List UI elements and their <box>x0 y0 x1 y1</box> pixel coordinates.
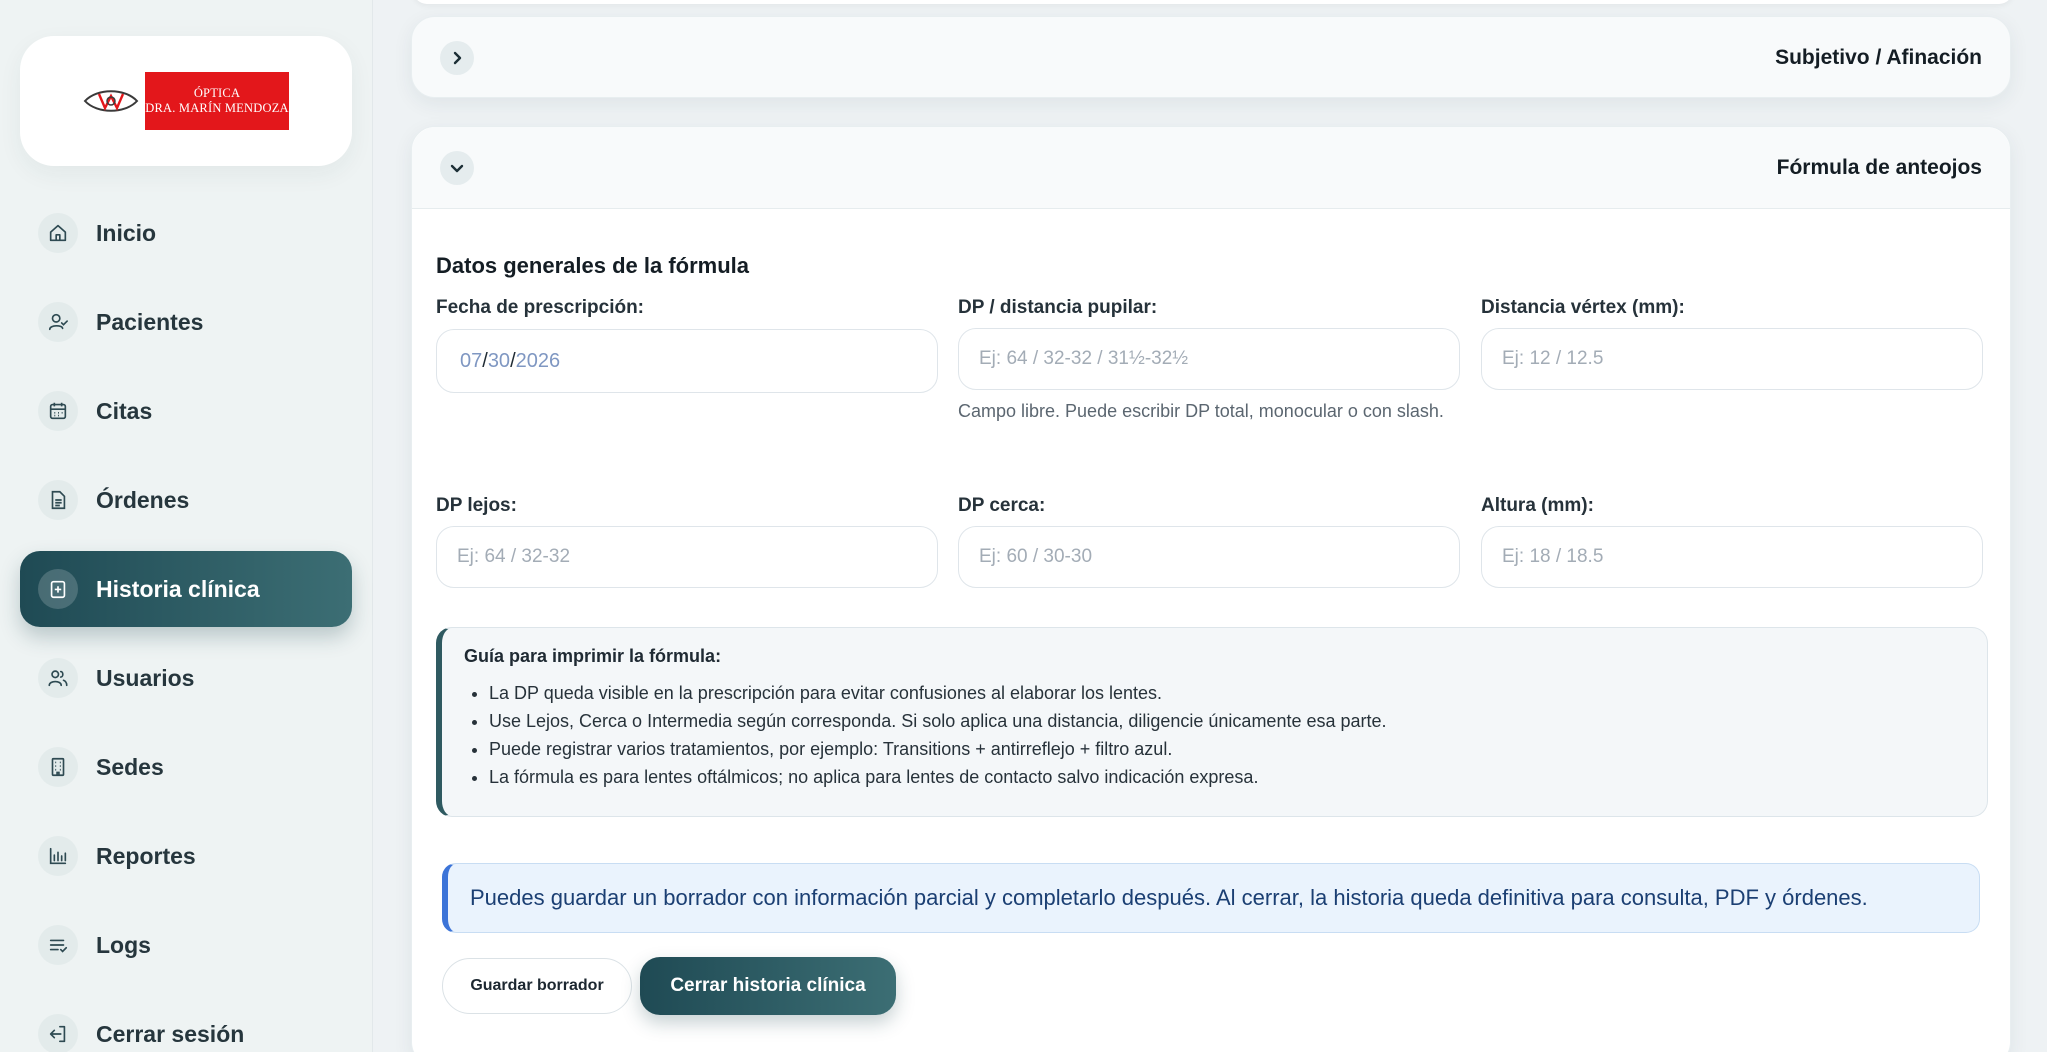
list-check-icon <box>38 925 78 965</box>
logo-card[interactable]: ÓPTICA DRA. MARÍN MENDOZA <box>20 36 352 166</box>
guide-item: La DP queda visible en la prescripción p… <box>489 679 1987 707</box>
dp-cerca-input[interactable]: Ej: 60 / 30-30 <box>958 526 1460 588</box>
medical-file-icon <box>38 569 78 609</box>
previous-card-edge <box>413 0 2013 4</box>
guide-item: Puede registrar varios tratamientos, por… <box>489 735 1987 763</box>
section-subjetivo: Subjetivo / Afinación <box>411 16 2011 98</box>
close-history-button[interactable]: Cerrar historia clínica <box>640 957 896 1015</box>
building-icon <box>38 747 78 787</box>
sidebar-item-label: Pacientes <box>96 308 204 335</box>
sidebar-item-pacientes[interactable]: Pacientes <box>20 284 352 360</box>
altura-input[interactable]: Ej: 18 / 18.5 <box>1481 526 1983 588</box>
print-guide: Guía para imprimir la fórmula: La DP que… <box>436 627 1988 817</box>
sidebar-item-label: Órdenes <box>96 486 190 513</box>
sidebar: ÓPTICA DRA. MARÍN MENDOZA Inicio Pacient… <box>0 0 373 1052</box>
vertex-label: Distancia vértex (mm): <box>1481 297 1685 318</box>
sidebar-item-label: Usuarios <box>96 664 195 691</box>
bar-chart-icon <box>38 836 78 876</box>
guide-item: Use Lejos, Cerca o Intermedia según corr… <box>489 707 1987 735</box>
sidebar-item-reportes[interactable]: Reportes <box>20 818 352 894</box>
group-title: Datos generales de la fórmula <box>436 253 749 278</box>
logo-text-box: ÓPTICA DRA. MARÍN MENDOZA <box>145 72 289 130</box>
sidebar-item-label: Citas <box>96 397 153 424</box>
vertex-input[interactable]: Ej: 12 / 12.5 <box>1481 328 1983 390</box>
sidebar-item-ordenes[interactable]: Órdenes <box>20 462 352 538</box>
fecha-month[interactable]: 07 <box>460 350 482 373</box>
user-check-icon <box>38 302 78 342</box>
chevron-right-icon[interactable] <box>440 41 474 75</box>
fecha-label: Fecha de prescripción: <box>436 297 645 318</box>
sidebar-item-label: Sedes <box>96 753 164 780</box>
section-formula-header[interactable]: Fórmula de anteojos <box>412 127 2010 209</box>
sidebar-item-label: Historia clínica <box>96 575 260 602</box>
dp-help-text: Campo libre. Puede escribir DP total, mo… <box>958 401 1444 421</box>
users-icon <box>38 658 78 698</box>
logo: ÓPTICA DRA. MARÍN MENDOZA <box>83 72 289 130</box>
logout-icon <box>38 1014 78 1052</box>
chevron-down-icon[interactable] <box>440 150 474 185</box>
dp-cerca-label: DP cerca: <box>958 495 1046 516</box>
sidebar-item-citas[interactable]: Citas <box>20 373 352 449</box>
sidebar-item-sedes[interactable]: Sedes <box>20 729 352 805</box>
logo-line-2: DRA. MARÍN MENDOZA <box>145 101 289 115</box>
dp-input[interactable]: Ej: 64 / 32-32 / 31½-32½ <box>958 328 1460 390</box>
sidebar-item-label: Cerrar sesión <box>96 1020 245 1047</box>
dp-label: DP / distancia pupilar: <box>958 297 1158 318</box>
section-subjetivo-header[interactable]: Subjetivo / Afinación <box>412 17 2010 99</box>
section-title: Subjetivo / Afinación <box>1775 46 1982 69</box>
sidebar-item-label: Logs <box>96 931 151 958</box>
altura-label: Altura (mm): <box>1481 495 1594 516</box>
sidebar-item-inicio[interactable]: Inicio <box>20 195 352 271</box>
draft-notice: Puedes guardar un borrador con informaci… <box>442 863 1980 933</box>
sidebar-item-cerrar-sesion[interactable]: Cerrar sesión <box>20 996 352 1052</box>
save-draft-button[interactable]: Guardar borrador <box>442 958 632 1014</box>
fecha-year[interactable]: 2026 <box>516 350 561 373</box>
eye-logo-icon <box>83 90 139 112</box>
section-title: Fórmula de anteojos <box>1776 155 1982 179</box>
fecha-day[interactable]: 30 <box>488 350 510 373</box>
document-icon <box>38 480 78 520</box>
sidebar-item-usuarios[interactable]: Usuarios <box>20 640 352 716</box>
guide-item: La fórmula es para lentes oftálmicos; no… <box>489 763 1987 791</box>
guide-list: La DP queda visible en la prescripción p… <box>464 679 1987 791</box>
dp-lejos-input[interactable]: Ej: 64 / 32-32 <box>436 526 938 588</box>
sidebar-item-label: Reportes <box>96 842 196 869</box>
sidebar-item-label: Inicio <box>96 219 157 246</box>
calendar-icon <box>38 391 78 431</box>
logo-line-1: ÓPTICA <box>193 86 241 100</box>
guide-title: Guía para imprimir la fórmula: <box>464 646 722 666</box>
sidebar-item-logs[interactable]: Logs <box>20 907 352 983</box>
dp-lejos-label: DP lejos: <box>436 495 517 516</box>
sidebar-item-historia-clinica[interactable]: Historia clínica <box>20 551 352 627</box>
fecha-input[interactable]: 07/30/2026 <box>436 329 938 393</box>
home-icon <box>38 213 78 253</box>
